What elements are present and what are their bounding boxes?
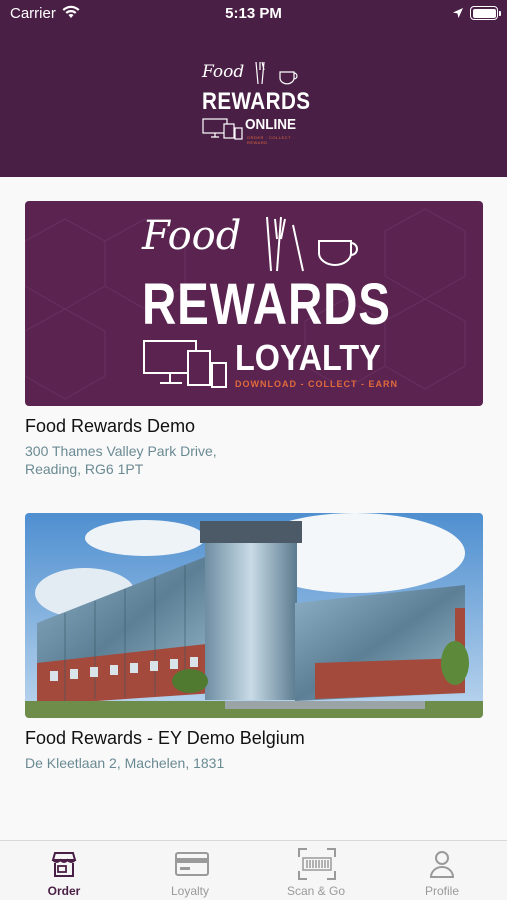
logo-food-text: Food	[202, 62, 245, 82]
battery-icon	[470, 6, 501, 20]
tab-order[interactable]: Order	[1, 841, 127, 900]
venue-address-line2: Reading, RG6 1PT	[25, 461, 144, 477]
venue-card-ey-demo-belgium[interactable]: Food Rewards - EY Demo Belgium De Kleetl…	[25, 513, 483, 772]
banner-cutlery-cup-icon	[266, 216, 358, 272]
venue-address: 300 Thames Valley Park Drive, Reading, R…	[25, 442, 483, 478]
status-bar: Carrier 5:13 PM	[0, 0, 507, 28]
venue-list: Food REWARDS LOYALTY DOWNLOAD - COLLECT …	[0, 177, 507, 840]
venue-address-line1: 300 Thames Valley Park Drive,	[25, 443, 217, 459]
tab-scan-go-label: Scan & Go	[286, 884, 346, 898]
banner-food-text: Food	[142, 213, 242, 259]
storefront-icon	[49, 849, 79, 879]
person-icon	[427, 849, 457, 879]
tab-loyalty[interactable]: Loyalty	[127, 841, 253, 900]
location-arrow-icon	[452, 6, 464, 23]
banner-loyalty-text: LOYALTY	[235, 337, 381, 378]
barcode-scan-icon	[298, 848, 336, 880]
app-header: Carrier 5:13 PM Food REWARDS ONLINE ORDE…	[0, 0, 507, 177]
tab-profile[interactable]: Profile	[379, 841, 505, 900]
cutlery-cup-icon	[255, 61, 298, 85]
office-building-photo	[25, 513, 483, 718]
logo-online-text: ONLINE	[245, 116, 297, 133]
tab-bar: Order Loyalty Scan & Go Profile	[0, 840, 507, 900]
clock: 5:13 PM	[225, 5, 282, 22]
devices-icon	[202, 118, 243, 140]
logo-tagline: ORDER · COLLECT · REWARD	[247, 135, 295, 145]
tab-order-label: Order	[47, 884, 81, 898]
tab-scan-go[interactable]: Scan & Go	[253, 841, 379, 900]
venue-banner-image: Food REWARDS LOYALTY DOWNLOAD - COLLECT …	[25, 201, 483, 406]
banner-tagline: DOWNLOAD - COLLECT - EARN	[235, 379, 398, 389]
venue-name: Food Rewards Demo	[25, 416, 196, 436]
tab-loyalty-label: Loyalty	[170, 884, 210, 898]
app-logo: Food REWARDS ONLINE ORDER · COLLECT · RE…	[198, 60, 311, 145]
venue-address: De Kleetlaan 2, Machelen, 1831	[25, 754, 483, 772]
venue-address-line1: De Kleetlaan 2, Machelen, 1831	[25, 755, 225, 771]
loyalty-banner: Food REWARDS LOYALTY DOWNLOAD - COLLECT …	[25, 201, 483, 406]
venue-card-food-rewards-demo[interactable]: Food REWARDS LOYALTY DOWNLOAD - COLLECT …	[25, 201, 483, 478]
logo-rewards-text: REWARDS	[202, 88, 311, 115]
card-icon	[175, 849, 209, 879]
venue-name: Food Rewards - EY Demo Belgium	[25, 728, 305, 748]
tab-profile-label: Profile	[424, 884, 459, 898]
banner-devices-icon	[143, 340, 227, 388]
banner-rewards-text: REWARDS	[142, 272, 391, 337]
